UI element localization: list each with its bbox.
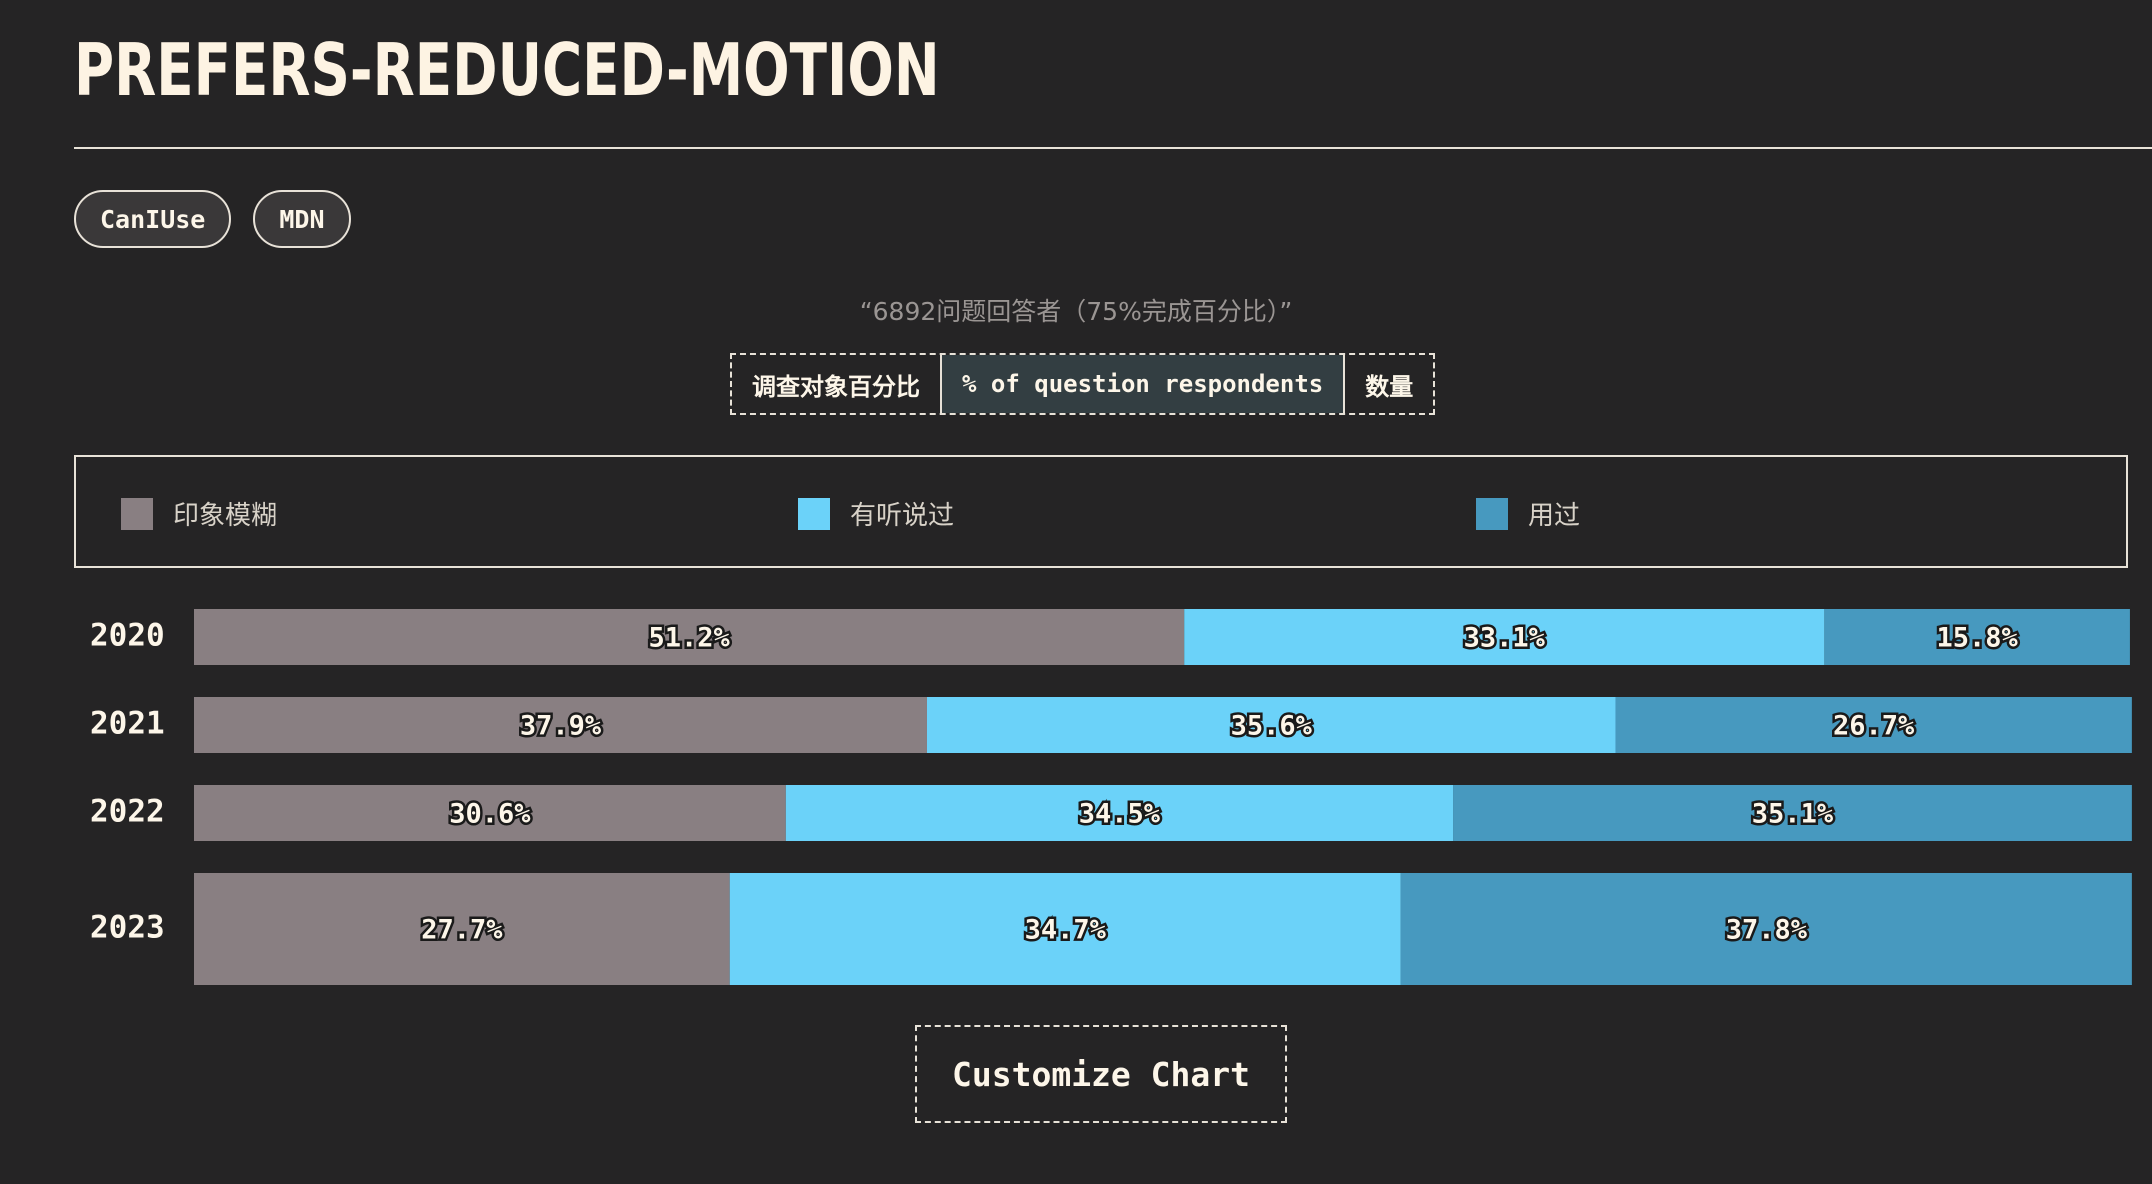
bar-value-label-2021-s2: 26.7%	[1833, 711, 1915, 742]
bar-value-label-2023-s2: 37.8%	[1726, 915, 1808, 946]
year-label-2021: 2021	[90, 706, 165, 742]
bar-value-label-2023-s1: 34.7%	[1025, 915, 1107, 946]
bar-value-label-2020-s2: 15.8%	[1937, 623, 2019, 654]
bar-value-label-2021-s0: 37.9%	[520, 711, 602, 742]
year-label-2020: 2020	[90, 618, 165, 654]
bar-value-label-2022-s0: 30.6%	[449, 799, 531, 830]
bar-value-label-2022-s1: 34.5%	[1079, 799, 1161, 830]
year-label-2022: 2022	[90, 794, 165, 830]
customize-chart-button[interactable]: Customize Chart	[915, 1025, 1287, 1123]
bar-value-label-2021-s1: 35.6%	[1231, 711, 1313, 742]
bar-value-label-2020-s0: 51.2%	[648, 623, 730, 654]
bar-value-label-2023-s0: 27.7%	[421, 915, 503, 946]
bar-value-label-2020-s1: 33.1%	[1464, 623, 1546, 654]
year-label-2023: 2023	[90, 910, 165, 946]
stacked-bar-chart: 2020 51.2% 33.1% 15.8% 2021 37.9% 35.6% 26.7% 20…	[90, 609, 2132, 985]
bar-value-label-2022-s2: 35.1%	[1752, 799, 1834, 830]
